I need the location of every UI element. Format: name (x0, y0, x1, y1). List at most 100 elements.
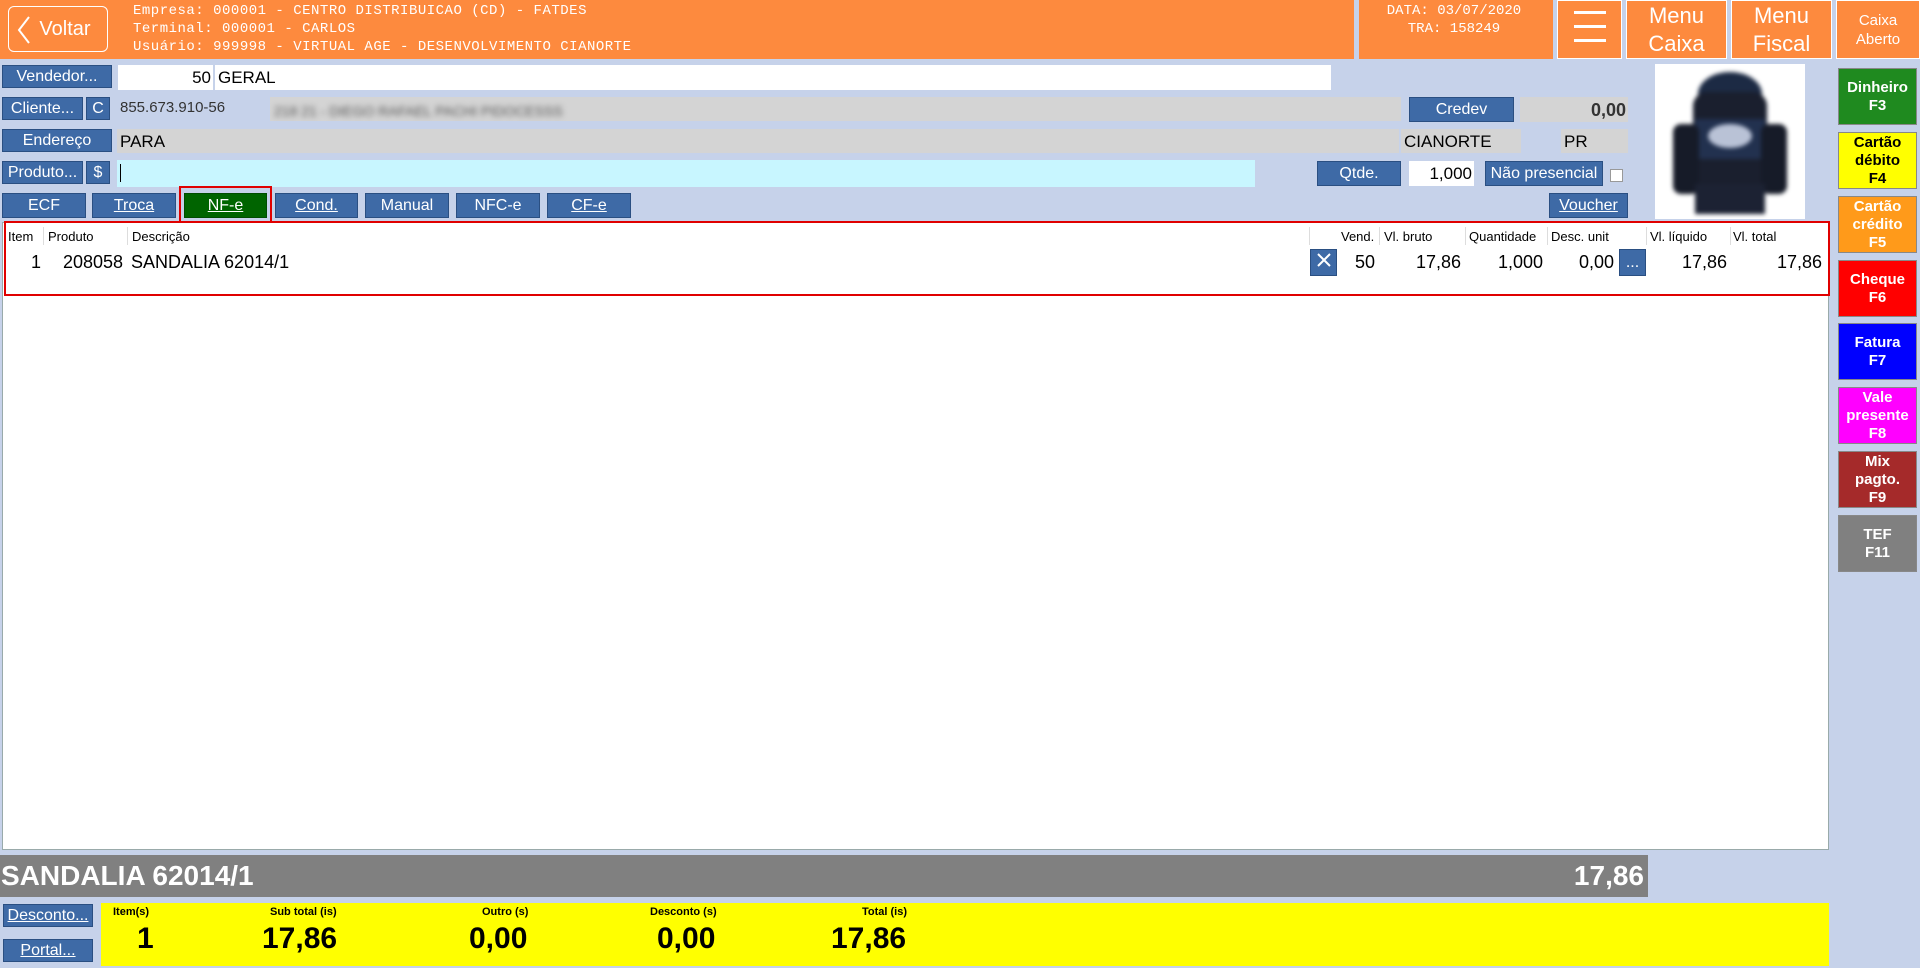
cidade-field: CIANORTE (1401, 129, 1521, 153)
selected-item-bar: SANDALIA 62014/1 17,86 (0, 855, 1648, 897)
row-produto: 208058 (63, 252, 124, 272)
header-vend: Vend. (1341, 229, 1375, 244)
desconto-label: Desconto... (7, 906, 89, 924)
fatura-button[interactable]: Fatura F7 (1838, 323, 1917, 380)
header-divider (1646, 227, 1647, 245)
row-vl-liquido: 17,86 (1682, 252, 1728, 272)
qtde-input[interactable]: 1,000 (1409, 161, 1474, 186)
cliente-doc: 855.673.910-56 (120, 99, 226, 116)
qtde-label: Qtde. (1339, 164, 1379, 182)
menu-caixa-button[interactable]: Menu Caixa (1626, 0, 1727, 59)
selected-item-name: SANDALIA 62014/1 (1, 860, 254, 891)
item-options-label: ... (1625, 253, 1640, 271)
header-descricao: Descrição (132, 229, 190, 244)
nao-presencial-checkbox[interactable] (1610, 169, 1623, 182)
troca-label: Troca (113, 196, 155, 214)
dinheiro-line1: Dinheiro (1847, 78, 1908, 96)
vendedor-button[interactable]: Vendedor... (2, 65, 112, 88)
back-button[interactable]: Voltar (8, 6, 108, 52)
tef-line2: F11 (1864, 543, 1891, 561)
vendedor-code: 50 (192, 68, 211, 87)
endereco-button[interactable]: Endereço (2, 129, 112, 152)
cfe-button[interactable]: CF-e (547, 193, 631, 218)
row-vend: 50 (1355, 252, 1376, 272)
header-divider (1730, 227, 1731, 245)
portal-button[interactable]: Portal... (3, 939, 93, 962)
text-cursor (120, 164, 121, 182)
qtde-value: 1,000 (1429, 164, 1472, 183)
portal-label: Portal... (20, 941, 76, 959)
mix-pagto-line3: F9 (1868, 488, 1887, 506)
empresa-text: Empresa: 000001 - CENTRO DISTRIBUICAO (C… (133, 3, 587, 19)
cheque-button[interactable]: Cheque F6 (1838, 260, 1917, 317)
menu-fiscal-line2: Fiscal (1752, 30, 1811, 56)
credev-value: 0,00 (1590, 100, 1626, 120)
nfe-label: NF-e (207, 196, 244, 214)
cartao-credito-button[interactable]: Cartão crédito F5 (1838, 196, 1917, 253)
date-text: DATA: 03/07/2020 (1386, 3, 1522, 19)
header-produto: Produto (48, 229, 94, 244)
itens-label: Item(s) (113, 906, 150, 918)
header-vl-liquido: Vl. líquido (1650, 229, 1708, 244)
header-divider (43, 227, 44, 245)
header-vl-total: Vl. total (1733, 229, 1777, 244)
uf-value: PR (1564, 132, 1588, 151)
vendedor-code-field[interactable]: 50 (118, 65, 213, 90)
mix-pagto-button[interactable]: Mix pagto. F9 (1838, 451, 1917, 508)
produto-label: Produto... (7, 163, 78, 181)
menu-button[interactable] (1557, 0, 1622, 59)
nfce-label: NFC-e (474, 196, 522, 214)
subtotal-value: 17,86 (262, 922, 338, 955)
nao-presencial-button[interactable]: Não presencial (1485, 161, 1603, 186)
tef-button[interactable]: TEF F11 (1838, 515, 1917, 572)
cheque-line1: Cheque (1849, 270, 1905, 288)
vendedor-name-field: GERAL (215, 65, 1331, 90)
cond-button[interactable]: Cond. (275, 193, 358, 218)
manual-button[interactable]: Manual (365, 193, 449, 218)
dinheiro-button[interactable]: Dinheiro F3 (1838, 68, 1917, 125)
mix-pagto-line1: Mix (1864, 452, 1890, 470)
produto-input[interactable] (117, 160, 1255, 187)
header-divider (1547, 227, 1548, 245)
selected-item-value: 17,86 (1573, 860, 1644, 891)
endereco-value: PARA (120, 132, 166, 151)
menu-fiscal-button[interactable]: Menu Fiscal (1731, 0, 1832, 59)
credev-button[interactable]: Credev (1409, 97, 1514, 122)
cartao-debito-line1: Cartão (1853, 133, 1902, 151)
nfce-button[interactable]: NFC-e (456, 193, 540, 218)
total-value: 17,86 (831, 922, 907, 955)
nfe-button[interactable]: NF-e (184, 193, 267, 218)
voucher-button[interactable]: Voucher (1549, 193, 1628, 218)
remove-item-button[interactable] (1310, 249, 1337, 276)
endereco-field: PARA (117, 129, 1399, 153)
troca-button[interactable]: Troca (92, 193, 176, 218)
cliente-button[interactable]: Cliente... (2, 97, 83, 120)
header-vl-bruto: Vl. bruto (1384, 229, 1433, 244)
desconto-button[interactable]: Desconto... (3, 904, 93, 927)
vale-presente-line2: presente (1846, 406, 1909, 424)
desconto-total-label: Desconto (s) (650, 906, 717, 918)
cliente-c-button[interactable]: C (86, 97, 110, 120)
fatura-line2: F7 (1868, 351, 1887, 369)
ecf-button[interactable]: ECF (2, 193, 86, 218)
cartao-debito-line3: F4 (1868, 169, 1887, 187)
cartao-debito-button[interactable]: Cartão débito F4 (1838, 132, 1917, 189)
qtde-button[interactable]: Qtde. (1317, 161, 1401, 186)
produto-button[interactable]: Produto... (2, 161, 83, 184)
itens-value: 1 (137, 922, 154, 955)
row-vl-total: 17,86 (1777, 252, 1823, 272)
produto-dollar-button[interactable]: $ (86, 161, 110, 184)
item-options-button[interactable]: ... (1619, 249, 1646, 276)
cartao-credito-line1: Cartão (1853, 197, 1902, 215)
row-vl-bruto: 17,86 (1416, 252, 1462, 272)
product-image (1655, 64, 1805, 219)
caixa-status: Caixa Aberto (1836, 0, 1920, 59)
close-icon (1316, 252, 1332, 273)
manual-label: Manual (380, 196, 434, 214)
vale-presente-button[interactable]: Vale presente F8 (1838, 387, 1917, 444)
header-divider (127, 227, 128, 245)
credev-label: Credev (1435, 100, 1488, 118)
header-item: Item (8, 229, 34, 244)
cartao-debito-line2: débito (1855, 151, 1900, 169)
caixa-status-line1: Caixa (1858, 11, 1898, 29)
